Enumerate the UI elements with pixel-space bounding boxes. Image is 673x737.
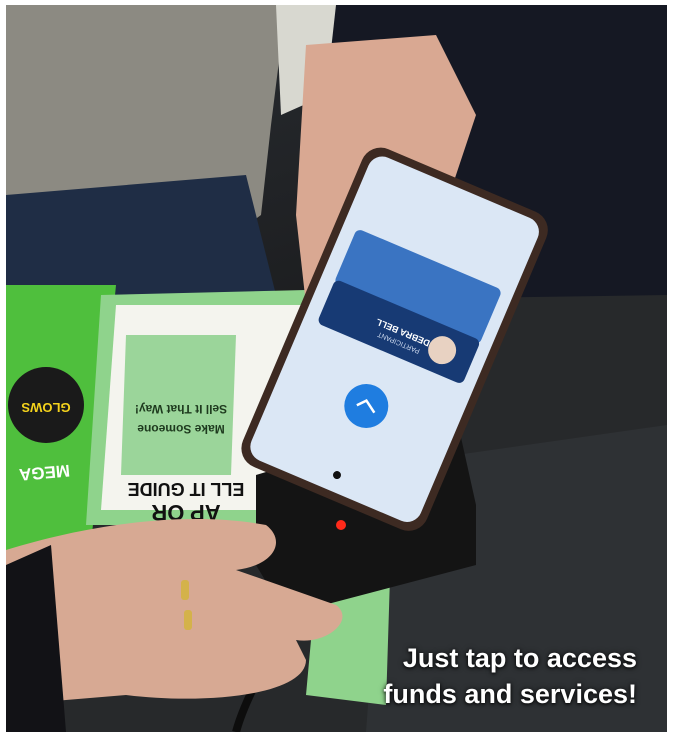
booklet-body-a: Make Someone: [137, 422, 225, 436]
ring-1: [181, 580, 189, 600]
booklet-title-b: ELL IT GUIDE: [128, 479, 245, 499]
ring-2: [184, 610, 192, 630]
photo: GLOWS MEGA Make Someone Sell It That Way…: [6, 5, 667, 732]
candy-text-a: GLOWS: [21, 400, 70, 415]
photo-illustration: GLOWS MEGA Make Someone Sell It That Way…: [6, 5, 667, 732]
image-frame: GLOWS MEGA Make Someone Sell It That Way…: [0, 0, 673, 737]
caption-line-1: Just tap to access: [402, 643, 637, 673]
booklet-body-b: Sell It That Way!: [135, 402, 227, 416]
caption: Just tap to access funds and services!: [383, 640, 637, 712]
reader-led: [336, 520, 346, 530]
caption-line-2: funds and services!: [383, 679, 637, 709]
